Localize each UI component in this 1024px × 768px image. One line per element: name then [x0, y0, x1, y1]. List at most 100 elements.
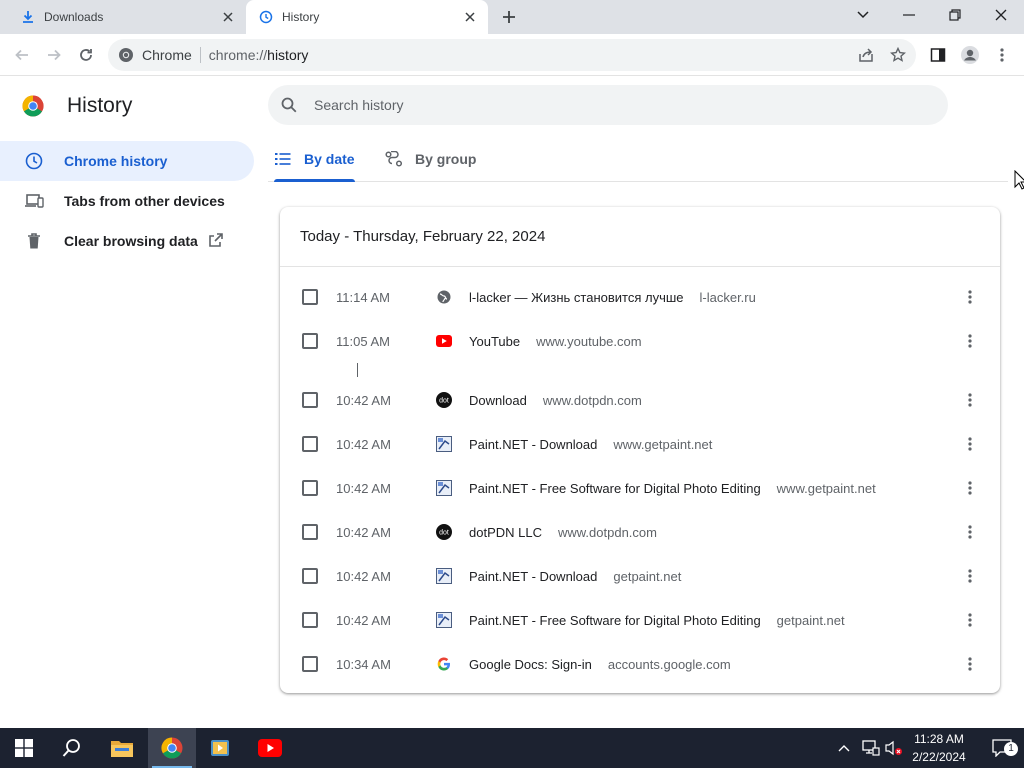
tab-history[interactable]: History — [246, 0, 488, 34]
chrome-icon — [118, 47, 134, 63]
session-gap-marker — [357, 363, 358, 377]
checkbox[interactable] — [302, 333, 318, 349]
sidebar-item-clear-browsing-data[interactable]: Clear browsing data — [0, 221, 254, 261]
sidebar-item-label: Clear browsing data — [64, 233, 198, 249]
tab-by-group[interactable]: By group — [385, 137, 476, 181]
entry-link[interactable]: Paint.NET - Free Software for Digital Ph… — [469, 613, 845, 628]
taskbar-chrome[interactable] — [148, 728, 196, 768]
reload-button[interactable] — [72, 41, 100, 69]
history-entry[interactable]: 10:34 AM Google Docs: Sign-in accounts.go… — [280, 642, 1000, 686]
entry-time: 11:14 AM — [336, 289, 390, 305]
search-history-field[interactable] — [268, 85, 948, 125]
restore-button[interactable] — [932, 0, 978, 30]
side-panel-button[interactable] — [924, 41, 952, 69]
arrow-right-icon — [48, 49, 61, 61]
more-actions-button[interactable] — [960, 390, 980, 410]
plus-icon — [503, 11, 515, 23]
view-tabs: By date By group — [268, 137, 1008, 182]
download-icon — [20, 9, 36, 25]
share-button[interactable] — [852, 41, 880, 69]
entry-link[interactable]: Download www.dotpdn.com — [469, 393, 642, 408]
entry-link[interactable]: Paint.NET - Download www.getpaint.net — [469, 437, 712, 452]
sidebar-item-label: Tabs from other devices — [64, 193, 225, 209]
window-close-button[interactable] — [978, 0, 1024, 30]
notification-center-button[interactable]: 1 — [980, 728, 1024, 768]
history-entry[interactable]: 10:42 AM dot dotPDN LLC www.dotpdn.com — [280, 510, 1000, 554]
sidebar-item-tabs-other-devices[interactable]: Tabs from other devices — [0, 181, 254, 221]
entry-link[interactable]: YouTube www.youtube.com — [469, 334, 642, 349]
menu-button[interactable] — [988, 41, 1016, 69]
history-card: Today - Thursday, February 22, 2024 11:1… — [280, 207, 1000, 693]
divider — [199, 47, 201, 63]
entry-link[interactable]: Paint.NET - Free Software for Digital Ph… — [469, 481, 876, 496]
taskbar-search-button[interactable] — [48, 728, 96, 768]
start-button[interactable] — [0, 728, 48, 768]
minimize-button[interactable] — [886, 0, 932, 30]
entry-link[interactable]: l-lacker — Жизнь становится лучше l-lacke… — [469, 290, 756, 305]
volume-button[interactable] — [885, 728, 903, 768]
back-button[interactable] — [8, 41, 36, 69]
show-hidden-icons-button[interactable] — [838, 728, 850, 768]
checkbox[interactable] — [302, 392, 318, 408]
search-input[interactable] — [314, 97, 914, 113]
entry-time: 10:42 AM — [336, 524, 391, 540]
checkbox[interactable] — [302, 656, 318, 672]
entry-link[interactable]: Google Docs: Sign-in accounts.google.com — [469, 657, 731, 672]
history-entry[interactable]: 10:42 AM Paint.NET - Free Software for D… — [280, 598, 1000, 642]
checkbox[interactable] — [302, 436, 318, 452]
history-entry[interactable]: 10:42 AM dot Download www.dotpdn.com — [280, 378, 1000, 422]
new-tab-button[interactable] — [497, 6, 521, 28]
more-actions-button[interactable] — [960, 287, 980, 307]
kebab-menu-icon — [968, 569, 972, 583]
taskbar-file-explorer[interactable] — [98, 728, 146, 768]
checkbox[interactable] — [302, 480, 318, 496]
entry-time: 11:05 AM — [336, 333, 390, 349]
entry-time: 10:42 AM — [336, 480, 391, 496]
system-clock[interactable]: 11:28 AM 2/22/2024 — [902, 730, 976, 766]
reload-icon — [80, 49, 92, 61]
history-icon — [258, 9, 274, 25]
taskbar-media-app[interactable] — [196, 728, 244, 768]
history-entry[interactable]: 10:42 AM Paint.NET - Download www.getpain… — [280, 422, 1000, 466]
bookmark-button[interactable] — [884, 41, 912, 69]
more-actions-button[interactable] — [960, 434, 980, 454]
tab-search-button[interactable] — [840, 0, 886, 30]
more-actions-button[interactable] — [960, 566, 980, 586]
entry-link[interactable]: dotPDN LLC www.dotpdn.com — [469, 525, 657, 540]
checkbox[interactable] — [302, 568, 318, 584]
tab-downloads[interactable]: Downloads — [8, 0, 246, 34]
clock-icon — [24, 151, 44, 171]
side-panel-icon — [930, 48, 946, 62]
profile-button[interactable] — [956, 41, 984, 69]
more-actions-button[interactable] — [960, 522, 980, 542]
clock-time: 11:28 AM — [914, 732, 964, 746]
entry-domain: www.youtube.com — [536, 333, 642, 349]
kebab-menu-icon — [968, 657, 972, 671]
star-icon — [890, 47, 906, 62]
sidebar-item-chrome-history[interactable]: Chrome history — [0, 141, 254, 181]
more-actions-button[interactable] — [960, 654, 980, 674]
network-button[interactable] — [862, 728, 880, 768]
kebab-menu-icon — [968, 334, 972, 348]
history-entry[interactable]: 10:42 AM Paint.NET - Download getpaint.ne… — [280, 554, 1000, 598]
address-bar[interactable]: Chrome chrome://history — [108, 39, 916, 71]
close-icon[interactable] — [460, 7, 480, 27]
svg-text:dot: dot — [439, 398, 449, 405]
svg-text:dot: dot — [439, 530, 449, 537]
more-actions-button[interactable] — [960, 331, 980, 351]
checkbox[interactable] — [302, 524, 318, 540]
close-icon[interactable] — [218, 7, 238, 27]
group-icon — [385, 150, 403, 168]
more-actions-button[interactable] — [960, 610, 980, 630]
forward-button[interactable] — [40, 41, 68, 69]
history-entry[interactable]: 10:42 AM Paint.NET - Free Software for D… — [280, 466, 1000, 510]
checkbox[interactable] — [302, 612, 318, 628]
entry-link[interactable]: Paint.NET - Download getpaint.net — [469, 569, 681, 584]
history-entry[interactable]: 11:14 AM l-lacker — Жизнь становится луч… — [280, 275, 1000, 319]
more-actions-button[interactable] — [960, 478, 980, 498]
kebab-menu-icon — [1000, 48, 1004, 62]
checkbox[interactable] — [302, 289, 318, 305]
history-entry[interactable]: 11:05 AM YouTube www.youtube.com — [280, 319, 1000, 363]
taskbar-youtube[interactable] — [246, 728, 294, 768]
tab-by-date[interactable]: By date — [274, 137, 355, 182]
